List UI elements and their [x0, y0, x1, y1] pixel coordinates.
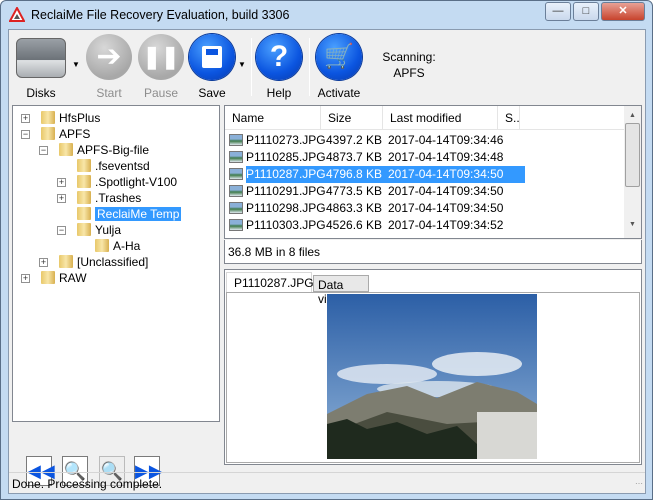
column-name[interactable]: Name — [225, 106, 321, 129]
image-file-icon — [229, 185, 243, 197]
help-button[interactable]: ? Help — [251, 34, 307, 100]
client-area: Disks ▼ ➔ Start ❚❚ Pause Save ▼ ? Help 🛒… — [8, 29, 646, 494]
tree-item[interactable]: ReclaiMe Temp — [77, 206, 182, 222]
tree-item[interactable]: .fseventsd — [77, 158, 150, 174]
maximize-button[interactable]: □ — [573, 2, 599, 21]
save-button[interactable]: Save — [184, 34, 240, 100]
folder-icon — [95, 239, 109, 252]
file-row[interactable]: P1110303.JPG 4526.6 KB 2017-04-14T09:34:52 — [229, 217, 525, 234]
arrow-right-icon: ➔ — [86, 34, 132, 80]
column-size[interactable]: Size — [321, 106, 383, 129]
collapse-icon[interactable]: − — [39, 146, 48, 155]
file-row[interactable]: P1110298.JPG 4863.3 KB 2017-04-14T09:34:50 — [229, 200, 525, 217]
file-summary-bar: 36.8 MB in 8 files — [224, 240, 642, 264]
image-file-icon — [229, 219, 243, 231]
collapse-icon[interactable]: − — [21, 130, 30, 139]
folder-icon — [77, 159, 91, 172]
tree-item[interactable]: Yulja — [77, 222, 121, 238]
vertical-scrollbar[interactable]: ▲ ▼ — [624, 106, 641, 238]
minimize-button[interactable]: — — [545, 2, 571, 21]
expand-icon[interactable]: + — [39, 258, 48, 267]
pause-icon: ❚❚ — [138, 34, 184, 80]
folder-tree[interactable]: + HfsPlus − APFS − APFS-Big-file .fseventsd + .S… — [12, 105, 220, 422]
tree-item[interactable]: APFS-Big-file — [59, 142, 149, 158]
image-file-icon — [229, 134, 243, 146]
expand-icon[interactable]: + — [21, 274, 30, 283]
window-title: ReclaiMe File Recovery Evaluation, build… — [31, 8, 290, 22]
column-s[interactable]: S.. — [498, 106, 520, 129]
image-file-icon — [229, 151, 243, 163]
file-list-header: Name Size Last modified S.. — [225, 106, 625, 130]
expand-icon[interactable]: + — [21, 114, 30, 123]
tab-preview[interactable]: P1110287.JPG — [226, 272, 314, 292]
folder-icon — [41, 127, 55, 140]
title-bar: ReclaiMe File Recovery Evaluation, build… — [1, 1, 652, 29]
folder-icon — [77, 191, 91, 204]
close-button[interactable]: ✕ — [601, 2, 645, 21]
start-button[interactable]: ➔ Start — [81, 34, 137, 100]
image-preview — [327, 294, 537, 459]
file-list[interactable]: Name Size Last modified S.. P1110273.JPG… — [224, 105, 642, 239]
scanning-status: Scanning: APFS — [382, 50, 436, 80]
toolbar-separator — [309, 38, 310, 96]
tree-item[interactable]: RAW — [41, 270, 87, 286]
resize-grip-icon[interactable]: ⋯ — [635, 479, 643, 488]
file-row[interactable]: P1110273.JPG 4397.2 KB 2017-04-14T09:34:46 — [229, 132, 525, 149]
folder-icon — [59, 255, 73, 268]
expand-icon[interactable]: + — [57, 178, 66, 187]
tree-item[interactable]: .Spotlight-V100 — [77, 174, 177, 190]
activate-button[interactable]: 🛒 Activate — [311, 34, 367, 100]
folder-icon — [41, 111, 55, 124]
disks-dropdown-arrow-icon[interactable]: ▼ — [72, 60, 80, 69]
tab-data-view[interactable]: Data view — [313, 275, 369, 306]
folder-icon — [41, 271, 55, 284]
folder-icon — [77, 175, 91, 188]
file-row[interactable]: P1110291.JPG 4773.5 KB 2017-04-14T09:34:50 — [229, 183, 525, 200]
floppy-disk-icon — [189, 34, 235, 80]
app-logo-icon — [9, 7, 25, 22]
folder-icon — [59, 143, 73, 156]
shopping-cart-icon: 🛒 — [316, 34, 362, 80]
expand-icon[interactable]: + — [57, 194, 66, 203]
toolbar: Disks ▼ ➔ Start ❚❚ Pause Save ▼ ? Help 🛒… — [9, 30, 645, 102]
image-file-icon — [229, 168, 243, 180]
question-icon: ? — [256, 34, 302, 80]
tree-item[interactable]: HfsPlus — [41, 110, 100, 126]
hard-disk-icon — [16, 38, 66, 78]
disks-button[interactable]: Disks — [13, 34, 69, 100]
main-window: ReclaiMe File Recovery Evaluation, build… — [0, 0, 653, 500]
file-row[interactable]: P1110287.JPG 4796.8 KB 2017-04-14T09:34:50 — [229, 166, 525, 183]
folder-icon — [77, 207, 91, 220]
column-last-modified[interactable]: Last modified — [383, 106, 498, 129]
pause-button[interactable]: ❚❚ Pause — [133, 34, 189, 100]
tree-item[interactable]: .Trashes — [77, 190, 141, 206]
scrollbar-thumb[interactable] — [625, 123, 640, 187]
folder-icon — [77, 223, 91, 236]
status-bar: Done. Processing complete. ⋯ — [9, 472, 645, 493]
image-file-icon — [229, 202, 243, 214]
tree-item[interactable]: APFS — [41, 126, 90, 142]
tree-item[interactable]: [Unclassified] — [59, 254, 148, 270]
preview-panel: P1110287.JPG Data view — [224, 269, 642, 465]
tree-item[interactable]: A-Ha — [95, 238, 140, 254]
collapse-icon[interactable]: − — [57, 226, 66, 235]
file-row[interactable]: P1110285.JPG 4873.7 KB 2017-04-14T09:34:48 — [229, 149, 525, 166]
save-dropdown-arrow-icon[interactable]: ▼ — [238, 60, 246, 69]
